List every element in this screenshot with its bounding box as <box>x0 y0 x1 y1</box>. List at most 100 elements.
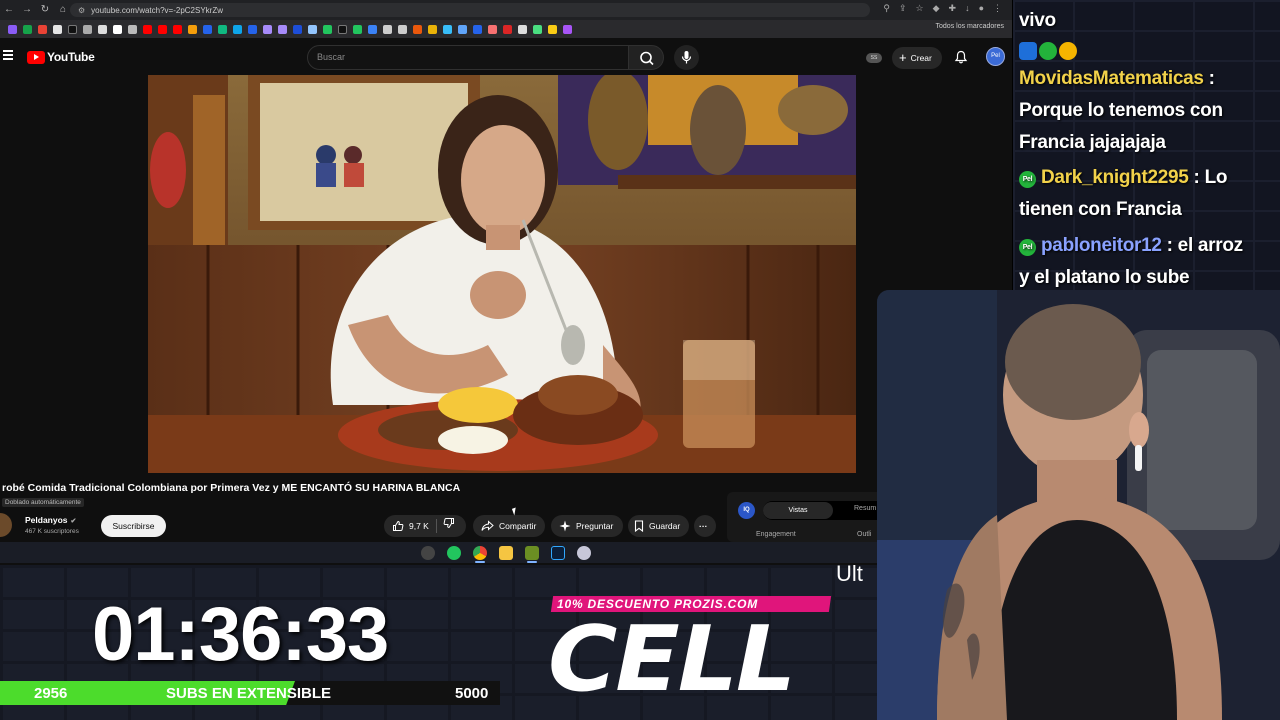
channel-name[interactable]: Peldanyos ✔ <box>25 515 76 525</box>
bookmark-icon[interactable] <box>158 24 167 34</box>
bookmark-icon[interactable] <box>173 24 182 34</box>
taskbar-app-icon[interactable] <box>447 545 461 560</box>
like-button[interactable]: 9,7 K <box>392 515 429 537</box>
taskbar-app-icon[interactable] <box>577 545 591 560</box>
bookmark-icon[interactable] <box>53 24 62 34</box>
extension-icon[interactable]: ◆ <box>933 3 940 14</box>
bookmark-icon[interactable] <box>443 24 452 34</box>
zoom-icon[interactable]: ⚲ <box>883 3 890 14</box>
bookmark-icon[interactable] <box>278 24 287 34</box>
channel-name-text: Peldanyos <box>25 515 68 525</box>
more-actions-button[interactable]: ··· <box>694 515 716 537</box>
chat-text: y el platano lo sube <box>1019 267 1190 288</box>
bookmark-icon[interactable] <box>113 24 122 34</box>
bookmark-icon[interactable] <box>83 24 92 34</box>
header-badge[interactable]: SS <box>866 53 882 63</box>
share-button[interactable]: Compartir <box>473 515 545 537</box>
bookmark-icon[interactable] <box>233 24 242 34</box>
bookmark-icon[interactable] <box>218 24 227 34</box>
bookmark-icon[interactable] <box>473 24 482 34</box>
subs-goal-count: 5000 <box>455 685 489 702</box>
chat-username[interactable]: Dark_knight2295 <box>1041 167 1189 188</box>
analytics-side-panel: IQ Vistas Resum Engagement Outli <box>727 492 893 542</box>
bookmark-icon[interactable] <box>203 24 212 34</box>
share-page-icon[interactable]: ⇪ <box>899 3 907 14</box>
video-frame <box>148 75 856 473</box>
like-dislike-group: 9,7 K <box>384 515 466 537</box>
account-avatar[interactable]: Pel <box>986 47 1005 66</box>
bookmark-icon[interactable] <box>488 24 497 34</box>
bookmark-icon[interactable] <box>368 24 377 34</box>
bookmark-icon[interactable] <box>188 24 197 34</box>
forward-icon[interactable]: → <box>18 1 36 19</box>
browser-actions: ⚲ ⇪ ☆ ◆ ✚ ↓ ● ⋮ <box>883 3 1002 14</box>
subscribe-button[interactable]: Suscribirse <box>101 515 166 537</box>
bookmark-icon[interactable] <box>308 24 317 34</box>
subs-current-count: 2956 <box>34 685 68 702</box>
profile-icon[interactable]: ● <box>979 3 984 14</box>
tab-resumen[interactable]: Resum <box>854 505 876 512</box>
search-input[interactable]: Buscar <box>307 45 629 70</box>
tab-vistas[interactable]: Vistas <box>763 502 833 519</box>
thumbs-up-icon <box>393 520 404 531</box>
bookmark-icon[interactable] <box>68 24 77 34</box>
bookmark-icon[interactable] <box>248 24 257 34</box>
chat-username[interactable]: MovidasMatematicas <box>1019 68 1204 89</box>
bookmark-icon[interactable] <box>398 24 407 34</box>
downloads-icon[interactable]: ↓ <box>965 3 970 14</box>
bookmark-icon[interactable] <box>428 24 437 34</box>
bookmark-icon[interactable] <box>518 24 527 34</box>
bookmark-icon[interactable] <box>98 24 107 34</box>
video-title: robé Comida Tradicional Colombiana por P… <box>2 482 461 494</box>
bookmark-icon[interactable] <box>548 24 557 34</box>
bookmark-icon[interactable] <box>533 24 542 34</box>
bookmark-star-icon[interactable]: ☆ <box>916 3 924 14</box>
ask-button[interactable]: Preguntar <box>551 515 623 537</box>
create-button[interactable]: + Crear <box>892 47 942 69</box>
chrome-icon[interactable] <box>473 545 487 563</box>
browser-menu-icon[interactable]: ⋮ <box>993 3 1002 14</box>
extensions-puzzle-icon[interactable]: ✚ <box>949 3 957 14</box>
bell-icon <box>954 50 968 64</box>
browser-toolbar: ← → ↻ ⌂ ⚙ youtube.com/watch?v=-2pC2SYkrZ… <box>0 0 1012 20</box>
chat-username[interactable]: pabloneitor12 <box>1041 235 1162 256</box>
video-player[interactable] <box>148 75 856 473</box>
bookmark-icon[interactable] <box>8 24 17 34</box>
bookmark-icon[interactable] <box>38 24 47 34</box>
bookmark-icon[interactable] <box>413 24 422 34</box>
bookmark-icon[interactable] <box>143 24 152 34</box>
search-button[interactable] <box>628 45 664 70</box>
save-button[interactable]: Guardar <box>628 515 689 537</box>
reload-icon[interactable]: ↻ <box>36 1 54 19</box>
back-icon[interactable]: ← <box>0 1 18 19</box>
search-icon <box>640 51 654 66</box>
chat-message: Francia jajajajaja <box>1019 132 1166 154</box>
bookmark-icon[interactable] <box>338 24 347 34</box>
site-info-icon[interactable]: ⚙ <box>78 6 85 15</box>
hamburger-menu-icon[interactable] <box>3 50 13 60</box>
bookmark-icon[interactable] <box>353 24 362 34</box>
youtube-logo[interactable]: YouTube <box>27 50 95 64</box>
notifications-button[interactable] <box>954 50 968 69</box>
channel-avatar[interactable] <box>0 513 12 537</box>
iq-logo[interactable]: IQ <box>738 502 755 519</box>
all-bookmarks-folder[interactable]: Todos los marcadores <box>936 23 1004 30</box>
bookmark-icon[interactable] <box>23 24 32 34</box>
create-label: Crear <box>910 53 932 63</box>
bookmark-icon[interactable] <box>458 24 467 34</box>
photoshop-icon[interactable] <box>551 545 565 560</box>
file-explorer-icon[interactable] <box>499 545 513 560</box>
voice-search-button[interactable] <box>674 45 699 70</box>
taskbar-app-icon[interactable] <box>421 545 435 560</box>
bookmark-icon[interactable] <box>263 24 272 34</box>
peldanyos-badge-icon <box>1039 42 1057 60</box>
address-bar[interactable]: ⚙ youtube.com/watch?v=-2pC2SYkrZw <box>70 3 870 17</box>
dislike-button[interactable] <box>443 515 460 537</box>
bookmark-icon[interactable] <box>323 24 332 34</box>
bookmark-icon[interactable] <box>563 24 572 34</box>
bookmark-icon[interactable] <box>383 24 392 34</box>
bookmark-icon[interactable] <box>128 24 137 34</box>
taskbar-app-icon[interactable] <box>525 545 539 563</box>
bookmark-icon[interactable] <box>503 24 512 34</box>
bookmark-icon[interactable] <box>293 24 302 34</box>
